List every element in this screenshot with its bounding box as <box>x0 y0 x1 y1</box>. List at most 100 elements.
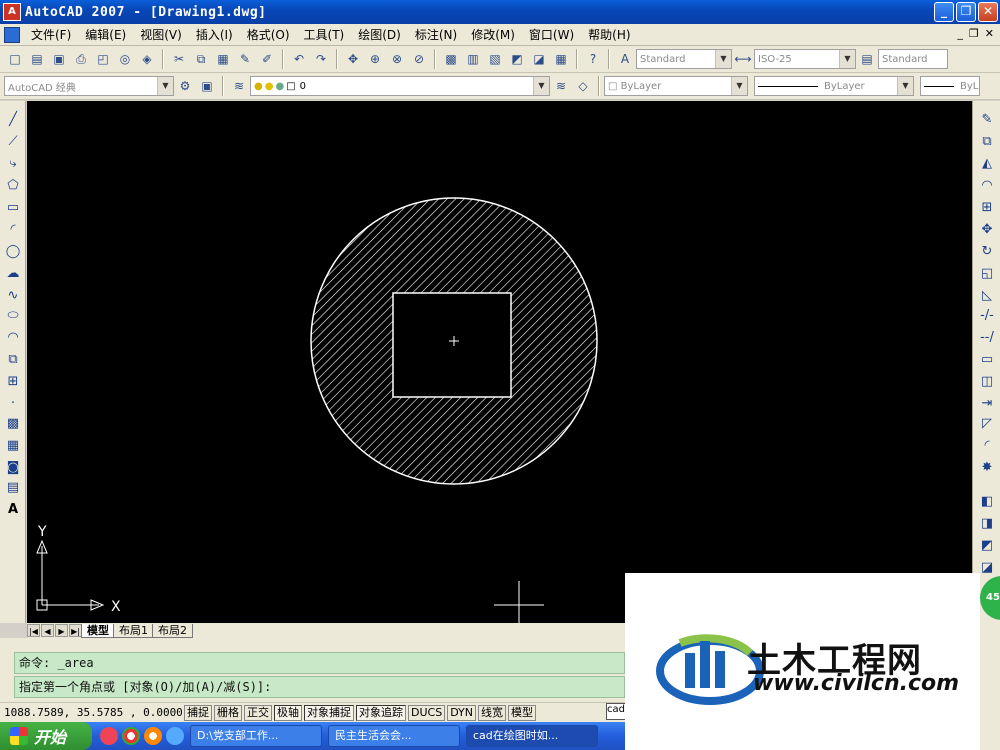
mirror-icon[interactable]: ◭ <box>978 155 996 173</box>
text-style-select[interactable]: Standard ▼ <box>636 49 732 69</box>
new-icon[interactable]: □ <box>6 50 24 68</box>
minimize-button[interactable]: _ <box>934 2 954 22</box>
menu-format[interactable]: 格式(O) <box>240 26 297 43</box>
cut-icon[interactable]: ✂ <box>170 50 188 68</box>
properties-icon[interactable]: ▩ <box>442 50 460 68</box>
explode-icon[interactable]: ✸ <box>978 459 996 477</box>
prev-tab-button[interactable]: ◀ <box>41 624 54 637</box>
lineweight-toggle[interactable]: 线宽 <box>478 704 507 721</box>
doc-restore-button[interactable]: ❐ <box>969 27 979 40</box>
workspace-save-icon[interactable]: ▣ <box>198 77 216 95</box>
ellipse-icon[interactable]: ⬭ <box>4 307 22 325</box>
fillet-icon[interactable]: ◜ <box>978 437 996 455</box>
menu-file[interactable]: 文件(F) <box>24 26 78 43</box>
doc-minimize-button[interactable]: _ <box>957 27 963 40</box>
restore-button[interactable]: ❐ <box>956 2 976 22</box>
circle-icon[interactable]: ◯ <box>4 243 22 261</box>
ie-icon[interactable] <box>166 727 184 745</box>
tab-layout1[interactable]: 布局1 <box>113 623 154 638</box>
table-style-icon[interactable]: ▤ <box>858 50 876 68</box>
task-folder[interactable]: D:\党支部工作... <box>190 725 322 747</box>
erase-icon[interactable]: ✎ <box>978 111 996 129</box>
menu-insert[interactable]: 插入(I) <box>189 26 240 43</box>
pan-icon[interactable]: ✥ <box>344 50 362 68</box>
browser-icon[interactable] <box>144 727 162 745</box>
insert-block-icon[interactable]: ⧉ <box>4 351 22 369</box>
scale-icon[interactable]: ◱ <box>978 265 996 283</box>
coordinate-readout[interactable]: 1088.7589, 35.5785 , 0.0000 <box>4 706 184 719</box>
rectangle-icon[interactable]: ▭ <box>4 199 22 217</box>
menu-view[interactable]: 视图(V) <box>133 26 189 43</box>
calculator-icon[interactable]: ▦ <box>552 50 570 68</box>
revision-cloud-icon[interactable]: ☁ <box>4 265 22 283</box>
menu-modify[interactable]: 修改(M) <box>464 26 522 43</box>
task-browser[interactable]: cad在绘图时如... <box>466 725 598 747</box>
next-tab-button[interactable]: ▶ <box>55 624 68 637</box>
extend-icon[interactable]: --/ <box>978 329 996 347</box>
menu-tools[interactable]: 工具(T) <box>297 26 352 43</box>
close-button[interactable]: ✕ <box>978 2 998 22</box>
tool-palettes-icon[interactable]: ▧ <box>486 50 504 68</box>
bring-front-icon[interactable]: ◨ <box>978 515 996 533</box>
publish-icon[interactable]: ◎ <box>116 50 134 68</box>
ellipse-arc-icon[interactable]: ◠ <box>4 329 22 347</box>
task-word-doc[interactable]: 民主生活会会... <box>328 725 460 747</box>
menu-window[interactable]: 窗口(W) <box>522 26 581 43</box>
menu-help[interactable]: 帮助(H) <box>581 26 637 43</box>
chevron-down-icon[interactable]: ▼ <box>715 50 731 68</box>
chevron-down-icon[interactable]: ▼ <box>157 77 173 95</box>
document-icon[interactable] <box>4 26 20 43</box>
break-icon[interactable]: ◫ <box>978 373 996 391</box>
tab-layout2[interactable]: 布局2 <box>152 623 193 638</box>
polyline-icon[interactable]: ⤷ <box>4 155 22 173</box>
menu-edit[interactable]: 编辑(E) <box>78 26 133 43</box>
chevron-down-icon[interactable]: ▼ <box>897 77 913 95</box>
preview-icon[interactable]: ◰ <box>94 50 112 68</box>
redo-icon[interactable]: ↷ <box>312 50 330 68</box>
send-back-icon[interactable]: ◩ <box>978 537 996 555</box>
autocad-app-icon[interactable]: A <box>3 3 21 21</box>
print-icon[interactable]: ⎙ <box>72 50 90 68</box>
offset-icon[interactable]: ◠ <box>978 177 996 195</box>
menu-dimension[interactable]: 标注(N) <box>408 26 464 43</box>
color-select[interactable]: □ ByLayer ▼ <box>604 76 748 96</box>
multiline-text-icon[interactable]: A <box>4 501 22 519</box>
layer-manager-icon[interactable]: ≋ <box>230 77 248 95</box>
app-quicklaunch-icon[interactable] <box>100 727 118 745</box>
chevron-down-icon[interactable]: ▼ <box>839 50 855 68</box>
doc-close-button[interactable]: ✕ <box>985 27 994 40</box>
chevron-down-icon[interactable]: ▼ <box>731 77 747 95</box>
snap-toggle[interactable]: 捕捉 <box>184 704 212 721</box>
start-button[interactable]: 开始 <box>0 722 92 750</box>
arc-icon[interactable]: ◜ <box>4 221 22 239</box>
open-icon[interactable]: ▤ <box>28 50 46 68</box>
otrack-toggle[interactable]: 对象追踪 <box>356 704 406 721</box>
paste-icon[interactable]: ▦ <box>214 50 232 68</box>
join-icon[interactable]: ⇥ <box>978 395 996 413</box>
ducs-toggle[interactable]: DUCS <box>408 704 446 721</box>
design-center-icon[interactable]: ▥ <box>464 50 482 68</box>
table-style-select[interactable]: Standard <box>878 49 948 69</box>
ortho-toggle[interactable]: 正交 <box>244 704 272 721</box>
3d-publish-icon[interactable]: ◈ <box>138 50 156 68</box>
command-prompt-line[interactable]: 指定第一个角点或 [对象(O)/加(A)/减(S)]: <box>14 676 625 698</box>
lineweight-select[interactable]: ByL <box>920 76 980 96</box>
hatch-icon[interactable]: ▩ <box>4 415 22 433</box>
move-icon[interactable]: ✥ <box>978 221 996 239</box>
drawing-canvas[interactable]: Y X <box>27 101 972 623</box>
workspace-settings-icon[interactable]: ⚙ <box>176 77 194 95</box>
status-input-field[interactable]: cad <box>606 703 626 720</box>
rotate-icon[interactable]: ↻ <box>978 243 996 261</box>
line-icon[interactable]: ╱ <box>4 111 22 129</box>
polar-toggle[interactable]: 极轴 <box>274 704 302 721</box>
chevron-down-icon[interactable]: ▼ <box>533 77 549 95</box>
polygon-icon[interactable]: ⬠ <box>4 177 22 195</box>
make-current-layer-icon[interactable]: ≋ <box>552 77 570 95</box>
chrome-icon[interactable] <box>122 727 140 745</box>
copy-icon[interactable]: ⧉ <box>192 50 210 68</box>
construction-line-icon[interactable]: ⟋ <box>4 133 22 151</box>
model-toggle[interactable]: 模型 <box>508 704 537 721</box>
undo-icon[interactable]: ↶ <box>290 50 308 68</box>
save-icon[interactable]: ▣ <box>50 50 68 68</box>
spline-icon[interactable]: ∿ <box>4 287 22 305</box>
